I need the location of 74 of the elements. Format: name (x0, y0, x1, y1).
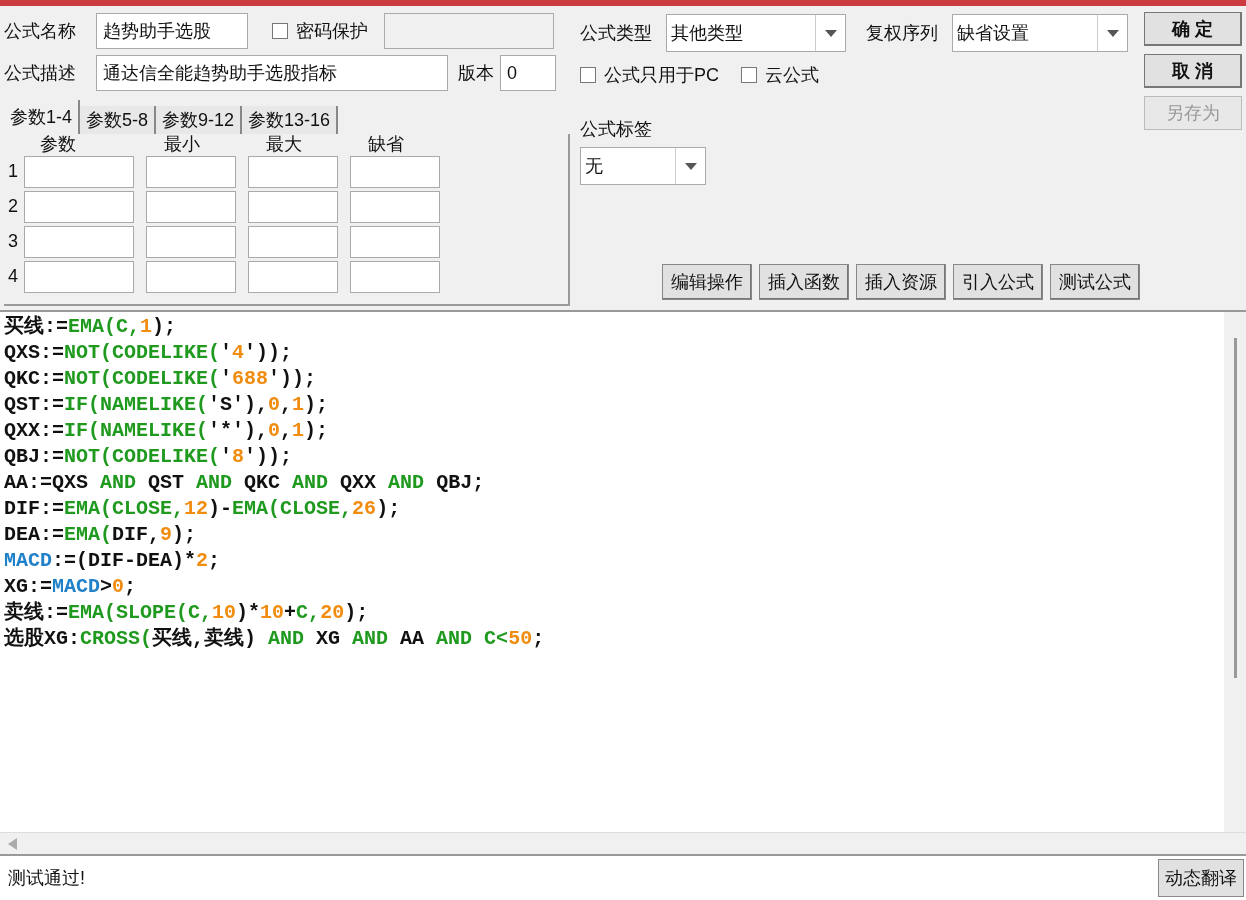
param-field[interactable] (146, 155, 236, 188)
tab[interactable]: 参数9-12 (156, 106, 243, 134)
param-field[interactable] (350, 225, 440, 258)
param-field[interactable] (350, 190, 440, 223)
param-field[interactable] (350, 155, 440, 188)
param-field[interactable] (248, 190, 338, 223)
description-field[interactable]: 通达信全能趋势助手选股指标 (96, 55, 448, 91)
code-line: AA:=QXS AND QST AND QKC AND QXX AND QBJ; (4, 470, 485, 496)
checkbox[interactable] (272, 23, 288, 39)
translate-button[interactable]: 动态翻译 (1158, 859, 1244, 897)
toolbar-button[interactable]: 测试公式 (1050, 264, 1140, 300)
column-header: 缺省 (367, 134, 405, 154)
field-label: 版本 (458, 61, 494, 85)
param-field[interactable] (248, 260, 338, 293)
tab[interactable]: 参数13-16 (242, 106, 339, 134)
type-dropdown[interactable]: 其他类型 (666, 14, 846, 52)
code-line: QXS:=NOT(CODELIKE('4')); (4, 340, 293, 366)
toolbar-button[interactable]: 插入函数 (759, 264, 849, 300)
param-field[interactable] (146, 225, 236, 258)
code-line: QXX:=IF(NAMELIKE('*'),0,1); (4, 418, 329, 444)
field-label: 公式标签 (580, 118, 653, 141)
param-field[interactable] (350, 260, 440, 293)
code-line: MACD:=(DIF-DEA)*2; (4, 548, 221, 574)
dropdown-caret-icon (1106, 29, 1119, 37)
column-header: 最小 (163, 134, 201, 154)
version-field[interactable]: 0 (500, 55, 556, 91)
row-number: 1 (8, 160, 19, 183)
dialog-button[interactable]: 取 消 (1144, 54, 1242, 88)
checkbox[interactable] (580, 67, 596, 83)
column-header: 参数 (39, 134, 77, 154)
param-field[interactable] (24, 190, 134, 223)
code-line: 买线:=EMA(C,1); (4, 314, 177, 340)
checkbox-label: 密码保护 (296, 19, 368, 43)
field-label: 公式描述 (4, 61, 77, 85)
toolbar-button[interactable]: 插入资源 (856, 264, 946, 300)
tab[interactable]: 参数5-8 (80, 106, 157, 134)
dialog-button[interactable]: 确 定 (1144, 12, 1242, 46)
scroll-left-arrow-icon (8, 837, 17, 850)
rights-dropdown[interactable]: 缺省设置 (952, 14, 1128, 52)
param-field[interactable] (24, 225, 134, 258)
checkbox[interactable] (741, 67, 757, 83)
dropdown-caret-icon (684, 162, 697, 170)
name-field[interactable]: 趋势助手选股 (96, 13, 248, 49)
row-number: 4 (8, 265, 19, 288)
column-header: 最大 (265, 134, 303, 154)
status-message: 测试通过! (7, 866, 86, 890)
toolbar-button[interactable]: 引入公式 (953, 264, 1043, 300)
checkbox-label: 云公式 (765, 63, 819, 87)
field-label: 复权序列 (866, 21, 938, 45)
param-field[interactable] (146, 190, 236, 223)
field-label: 公式名称 (4, 19, 77, 43)
code-line: DEA:=EMA(DIF,9); (4, 522, 197, 548)
code-line: QKC:=NOT(CODELIKE('688')); (4, 366, 317, 392)
param-field[interactable] (248, 225, 338, 258)
code-line: XG:=MACD>0; (4, 574, 137, 600)
param-field[interactable] (24, 260, 134, 293)
code-line: 选股XG:CROSS(买线,卖线) AND XG AND AA AND C<50; (4, 626, 545, 652)
param-field[interactable] (146, 260, 236, 293)
field-label: 公式类型 (580, 21, 652, 45)
row-number: 3 (8, 230, 19, 253)
checkbox-label: 公式只用于PC (604, 63, 719, 87)
param-field[interactable] (24, 155, 134, 188)
row-number: 2 (8, 195, 19, 218)
toolbar-button[interactable]: 编辑操作 (662, 264, 752, 300)
code-line: QST:=IF(NAMELIKE('S'),0,1); (4, 392, 329, 418)
param-field[interactable] (248, 155, 338, 188)
code-line: QBJ:=NOT(CODELIKE('8')); (4, 444, 293, 470)
password-field[interactable] (384, 13, 554, 49)
code-line: DIF:=EMA(CLOSE,12)-EMA(CLOSE,26); (4, 496, 401, 522)
code-line: 卖线:=EMA(SLOPE(C,10)*10+C,20); (4, 600, 369, 626)
tag-dropdown[interactable]: 无 (580, 147, 706, 185)
horizontal-scrollbar[interactable] (0, 832, 1246, 854)
vertical-scrollbar[interactable] (1224, 312, 1246, 832)
dropdown-caret-icon (824, 29, 837, 37)
